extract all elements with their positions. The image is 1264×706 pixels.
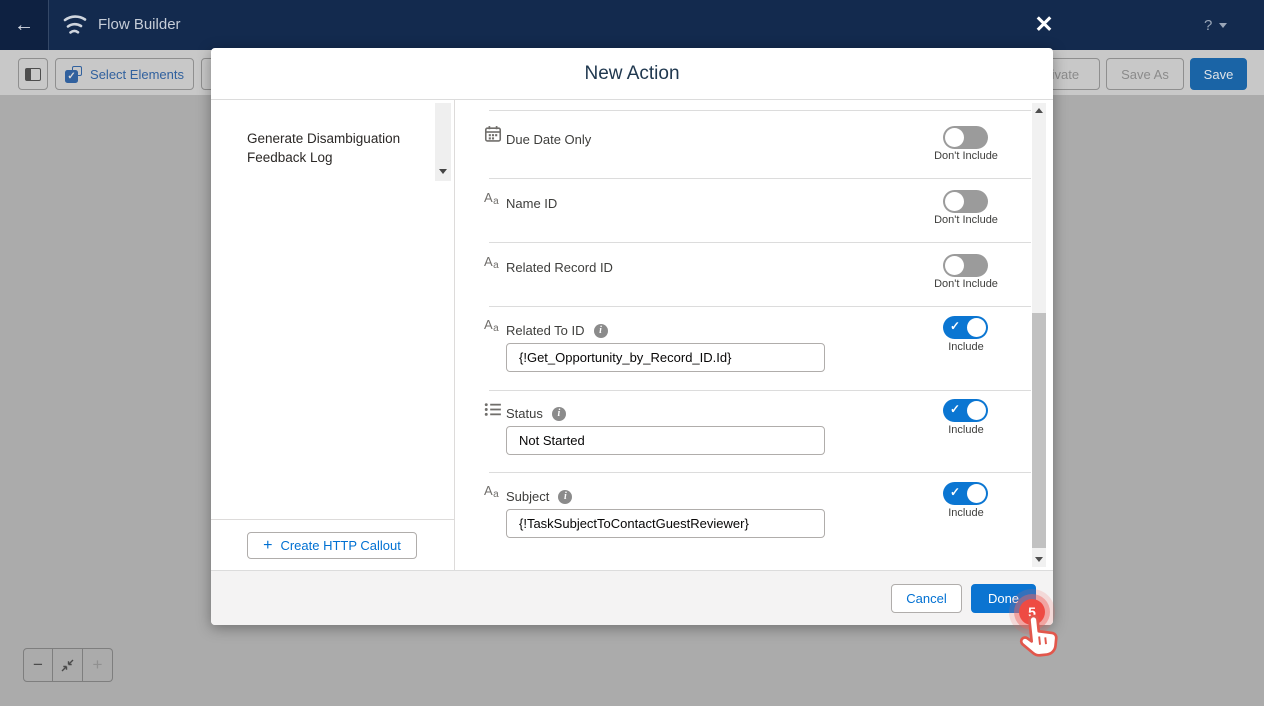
create-http-callout-label: Create HTTP Callout [280,538,400,553]
field-label: Subject i [506,489,572,504]
row-divider [489,390,1031,391]
field-label: Related To ID i [506,323,608,338]
toggle-state-label: Include [911,341,1021,353]
selected-action-item[interactable]: Generate Disambiguation Feedback Log [247,129,412,167]
close-modal-button[interactable]: ✕ [1028,8,1060,40]
help-icon: ? [1204,17,1212,34]
field-list-panel: Due Date Only Don't Include Aa Name ID D… [455,100,1053,570]
save-label: Save [1204,67,1234,82]
row-divider [489,178,1031,179]
check-icon: ✓ [950,485,960,499]
save-button[interactable]: Save [1190,58,1247,90]
row-divider [489,306,1031,307]
toggle-name-id[interactable] [943,190,988,213]
field-list-scrollbar[interactable] [1032,103,1046,567]
field-label: Name ID [506,196,557,211]
plus-icon: + [93,655,103,675]
info-icon[interactable]: i [558,490,572,504]
save-as-label: Save As [1121,67,1169,82]
text-icon: Aa [484,190,502,207]
select-elements-label: Select Elements [90,67,184,82]
toggle-status[interactable]: ✓ [943,399,988,422]
status-input[interactable]: Not Started [506,426,825,455]
toggle-state-label: Include [911,424,1021,436]
back-button[interactable]: ← [0,0,48,50]
action-list-scrollbar[interactable] [435,103,451,181]
toggle-state-label: Don't Include [911,150,1021,162]
zoom-in-button[interactable]: + [83,648,113,682]
row-divider [489,242,1031,243]
cancel-button[interactable]: Cancel [891,584,962,613]
canvas-zoom-controls: − + [23,648,113,682]
list-icon [484,401,502,418]
calendar-icon [484,125,502,142]
scroll-up-icon[interactable] [1035,108,1043,113]
scroll-down-icon[interactable] [439,169,447,174]
field-label: Related Record ID [506,260,613,275]
panel-icon [25,68,41,81]
fit-view-icon [61,659,74,672]
top-nav: ← Flow Builder ✕ ? [0,0,1264,50]
modal-footer: Cancel Done [211,570,1053,625]
subject-input[interactable]: {!TaskSubjectToContactGuestReviewer} [506,509,825,538]
flow-builder-screen: ← Flow Builder ✕ ? ✓ Select Elements [0,0,1264,706]
modal-title: New Action [211,48,1053,100]
row-divider [489,472,1031,473]
create-http-callout-button[interactable]: + Create HTTP Callout [247,532,417,559]
check-icon: ✓ [950,319,960,333]
toggle-due-date-only[interactable] [943,126,988,149]
field-label: Due Date Only [506,132,591,147]
new-action-modal: New Action Generate Disambiguation Feedb… [211,48,1053,625]
fit-view-button[interactable] [53,648,83,682]
toggle-state-label: Don't Include [911,214,1021,226]
toggle-state-label: Include [911,507,1021,519]
close-icon: ✕ [1034,11,1053,38]
chevron-down-icon [1219,23,1227,28]
plus-icon: + [263,538,272,554]
text-icon: Aa [484,317,502,334]
minus-icon: − [33,655,43,675]
select-elements-button[interactable]: ✓ Select Elements [55,58,194,90]
text-icon: Aa [484,254,502,271]
zoom-out-button[interactable]: − [23,648,53,682]
info-icon[interactable]: i [594,324,608,338]
toggle-subject[interactable]: ✓ [943,482,988,505]
toggle-panel-button[interactable] [18,58,48,90]
toggle-related-record-id[interactable] [943,254,988,277]
row-divider [489,110,1031,111]
flow-builder-logo-icon [62,14,88,36]
select-elements-icon: ✓ [65,66,82,83]
nav-divider [48,0,49,50]
app-title: Flow Builder [98,0,181,50]
left-panel-footer: + Create HTTP Callout [211,519,454,570]
info-icon[interactable]: i [552,407,566,421]
check-icon: ✓ [950,402,960,416]
scroll-down-icon[interactable] [1035,557,1043,562]
action-list-panel: Generate Disambiguation Feedback Log + C… [211,100,455,570]
modal-body: Generate Disambiguation Feedback Log + C… [211,100,1053,570]
toggle-related-to-id[interactable]: ✓ [943,316,988,339]
help-menu[interactable]: ? [1204,0,1227,50]
back-icon: ← [14,14,34,37]
hand-cursor-icon [1009,610,1064,669]
modal-header: New Action [211,48,1053,100]
toggle-state-label: Don't Include [911,278,1021,290]
field-label: Status i [506,406,566,421]
related-to-id-input[interactable]: {!Get_Opportunity_by_Record_ID.Id} [506,343,825,372]
save-as-button[interactable]: Save As [1106,58,1184,90]
text-icon: Aa [484,483,502,500]
scrollbar-thumb[interactable] [1032,313,1046,548]
